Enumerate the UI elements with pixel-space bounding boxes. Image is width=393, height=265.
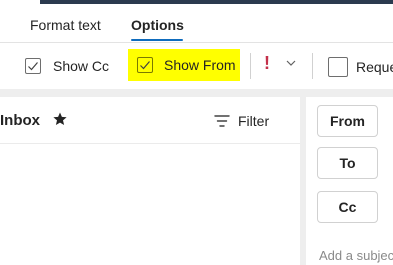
ribbon-divider	[250, 53, 251, 79]
cc-button[interactable]: Cc	[317, 191, 378, 223]
request-receipt-label: Reque	[356, 59, 393, 75]
to-button[interactable]: To	[317, 147, 378, 179]
show-cc-label: Show Cc	[53, 58, 110, 74]
show-from-checkbox[interactable]	[137, 57, 153, 73]
show-from-label: Show From	[164, 57, 236, 73]
subject-input[interactable]: Add a subject	[319, 248, 393, 263]
filter-label: Filter	[238, 113, 270, 129]
message-list-pane: Inbox Filter	[0, 97, 300, 265]
tab-selected-indicator	[131, 39, 183, 41]
compose-pane: From To Cc Add a subject	[306, 97, 393, 265]
ribbon-tabs: Format text Options	[0, 6, 393, 42]
checkmark-icon	[28, 62, 38, 71]
high-importance-icon: !	[264, 53, 270, 73]
ribbon-divider	[312, 53, 313, 79]
show-cc-button[interactable]: Show Cc	[18, 51, 118, 81]
tab-format-text[interactable]: Format text	[30, 17, 101, 33]
chevron-down-icon	[286, 60, 296, 66]
list-header-divider	[0, 143, 300, 144]
show-from-button[interactable]: Show From	[128, 49, 240, 81]
from-button[interactable]: From	[317, 105, 378, 137]
request-receipt-checkbox[interactable]	[328, 57, 348, 77]
checkmark-icon	[140, 61, 150, 70]
folder-title: Inbox	[0, 112, 40, 129]
star-icon[interactable]	[52, 111, 68, 127]
show-cc-checkbox[interactable]	[25, 58, 41, 74]
ribbon-toolbar: Show Cc Show From ! Reque	[0, 43, 393, 89]
filter-button[interactable]: Filter	[214, 111, 274, 131]
importance-button[interactable]: !	[262, 53, 302, 79]
title-bar	[40, 0, 393, 4]
request-receipt-button[interactable]: Reque	[322, 51, 393, 81]
tab-options[interactable]: Options	[131, 17, 184, 33]
filter-icon	[214, 115, 230, 127]
